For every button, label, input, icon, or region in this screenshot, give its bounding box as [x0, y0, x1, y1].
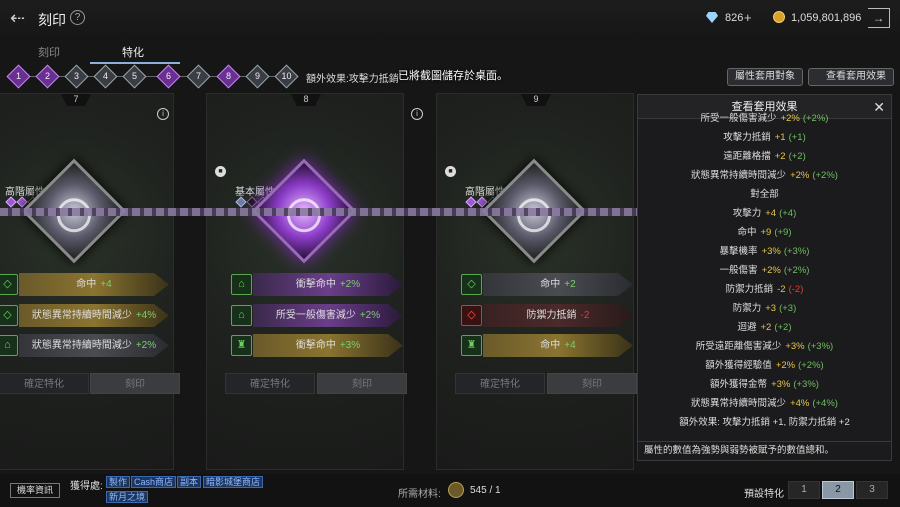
stat-icon: ◇: [461, 274, 482, 295]
gold-coin-icon: [773, 11, 785, 23]
engrave-button[interactable]: 刻印: [547, 373, 637, 394]
effect-item: 額外獲得經驗值 +2% (+2%): [705, 360, 824, 371]
extra-effect-text: 額外效果:攻擊力抵銷: [306, 74, 399, 85]
effect-item: 遠距離格擋 +2 (+2): [723, 151, 806, 162]
effect-item: 防禦力抵銷 -2 (-2): [725, 284, 804, 295]
engrave-button[interactable]: 刻印: [90, 373, 180, 394]
step-3[interactable]: 3: [64, 64, 89, 89]
apply-target-button[interactable]: 屬性套用對象: [727, 68, 803, 86]
effect-item: 額外效果: 攻擊力抵銷 +1, 防禦力抵銷 +2: [679, 417, 850, 426]
step-6[interactable]: 6: [156, 64, 181, 89]
stat-icon: ⌂: [231, 305, 252, 326]
card-9: 9 ■ 高階屬性 ◇ 命中 +2 ◇ 防禦力抵銷 -2 ♜ 命中 +4 確定特化 刻印: [436, 93, 637, 470]
step-9[interactable]: 9: [245, 64, 270, 89]
source-link-crescent[interactable]: 新月之境: [106, 491, 149, 503]
gold-amount: 1,059,801,896: [791, 12, 862, 24]
material-icon: [448, 482, 464, 498]
effect-item: 所受遠距離傷害減少 +3% (+3%): [695, 341, 834, 352]
material-label: 所需材料:: [398, 489, 441, 500]
confirm-specialize-button[interactable]: 確定特化: [455, 373, 545, 394]
source-link-shadow-castle-shop[interactable]: 暗影城堡商店: [203, 476, 264, 488]
add-diamond-button[interactable]: +: [744, 10, 752, 25]
confirm-specialize-button[interactable]: 確定特化: [0, 373, 89, 394]
step-4[interactable]: 4: [93, 64, 118, 89]
bottom-bar: 機率資訊 獲得處: 製作 Cash商店 副本 暗影城堡商店 新月之境 所需材料:…: [0, 474, 900, 507]
exit-icon[interactable]: →: [868, 8, 890, 28]
source-link-craft[interactable]: 製作: [106, 476, 131, 488]
stat-row[interactable]: ♜ 命中 +4: [461, 334, 651, 357]
effect-item: 狀態異常持續時間減少 +4% (+4%): [691, 398, 838, 409]
preset-label: 預設特化: [744, 489, 784, 500]
card-7: 7 i 高階屬性 ◇ 命中 +4 ◇ 狀態異常持續時間減少 +4% ⌂ 狀態異常持續…: [0, 93, 180, 470]
effect-item: 一般傷害 +2% (+2%): [719, 265, 810, 276]
effect-item: 防禦力 +3 (+3): [732, 303, 797, 314]
effect-item: 狀態異常持續時間減少 +2% (+2%): [691, 170, 838, 181]
card-number: 9: [521, 94, 551, 106]
card-number: 8: [291, 94, 321, 106]
tab-engrave[interactable]: 刻印: [38, 44, 60, 60]
stat-icon: ◇: [0, 274, 18, 295]
effect-item: 暴擊機率 +3% (+3%): [719, 246, 810, 257]
effect-item: 攻擊力 +4 (+4): [732, 208, 797, 219]
stat-row[interactable]: ♜ 衝擊命中 +3%: [231, 334, 421, 357]
effect-item: 對全部: [750, 189, 779, 200]
lock-icon[interactable]: ■: [215, 166, 226, 177]
lock-icon[interactable]: ■: [445, 166, 456, 177]
applied-effect-panel: 查看套用效果 ✕ 所受一般傷害減少 +2% (+2%) 攻擊力抵銷 +1 (+1) 遠距離格…: [637, 94, 892, 461]
effect-item: 命中 +9 (+9): [737, 227, 792, 238]
back-arrow-icon[interactable]: ⇠: [10, 8, 32, 28]
stat-icon: ◇: [0, 305, 18, 326]
diamond-icon: [706, 12, 718, 23]
probability-info-button[interactable]: 機率資訊: [10, 483, 60, 498]
stat-row[interactable]: ◇ 狀態異常持續時間減少 +4%: [0, 304, 187, 327]
source-link-dungeon[interactable]: 副本: [177, 476, 202, 488]
stat-icon: ⌂: [0, 335, 18, 356]
effect-item: 額外獲得金幣 +3% (+3%): [710, 379, 819, 390]
step-1[interactable]: 1: [6, 64, 31, 89]
stat-icon: ♜: [231, 335, 252, 356]
stat-row[interactable]: ◇ 防禦力抵銷 -2: [461, 304, 651, 327]
step-5[interactable]: 5: [122, 64, 147, 89]
stat-row[interactable]: ◇ 命中 +2: [461, 273, 651, 296]
preset-3-button[interactable]: 3: [856, 481, 888, 499]
panel-footer-note: 屬性的數值為強勢與弱勢被賦予的數值總和。: [638, 441, 891, 461]
active-tab-indicator: [90, 62, 180, 64]
material-value: 545 / 1: [470, 485, 501, 496]
top-bar: ⇠ 刻印 ? 826 + 1,059,801,896 →: [0, 0, 900, 38]
step-10[interactable]: 10: [274, 64, 299, 89]
preset-1-button[interactable]: 1: [788, 481, 820, 499]
effect-item: 所受一般傷害減少 +2% (+2%): [700, 113, 829, 124]
card-8: 8 i ■ 基本屬性 ⌂ 衝擊命中 +2% ⌂ 所受一般傷害減少 +2% ♜ 衝擊命…: [206, 93, 423, 470]
source-link-cash-shop[interactable]: Cash商店: [131, 476, 177, 488]
step-8[interactable]: 8: [216, 64, 241, 89]
stat-row[interactable]: ⌂ 狀態異常持續時間減少 +2%: [0, 334, 187, 357]
effect-list[interactable]: 所受一般傷害減少 +2% (+2%) 攻擊力抵銷 +1 (+1) 遠距離格擋 +2 (+2) 狀態…: [638, 109, 891, 426]
step-2[interactable]: 2: [35, 64, 60, 89]
view-effect-button[interactable]: 查看套用效果: [808, 68, 894, 86]
obtain-label: 獲得處:: [70, 481, 103, 492]
step-7[interactable]: 7: [186, 64, 211, 89]
effect-item: 攻擊力抵銷 +1 (+1): [723, 132, 806, 143]
preset-2-button[interactable]: 2: [822, 481, 854, 499]
stat-row[interactable]: ◇ 命中 +4: [0, 273, 187, 296]
page-title: 刻印: [38, 12, 66, 28]
stat-row[interactable]: ⌂ 所受一般傷害減少 +2%: [231, 304, 421, 327]
stat-icon: ⌂: [231, 274, 252, 295]
stat-icon: ♜: [461, 335, 482, 356]
question-icon[interactable]: ?: [70, 10, 85, 25]
tab-specialize[interactable]: 特化: [122, 44, 144, 60]
effect-item: 迴避 +2 (+2): [737, 322, 792, 333]
card-number: 7: [61, 94, 91, 106]
engrave-button[interactable]: 刻印: [317, 373, 407, 394]
diamond-amount: 826: [725, 12, 744, 24]
stat-icon: ◇: [461, 305, 482, 326]
info-icon[interactable]: i: [157, 108, 169, 120]
info-icon[interactable]: i: [411, 108, 423, 120]
stat-row[interactable]: ⌂ 衝擊命中 +2%: [231, 273, 421, 296]
confirm-specialize-button[interactable]: 確定特化: [225, 373, 315, 394]
toast-message: 已將截圖儲存於桌面。: [398, 70, 508, 82]
chain-decoration: [0, 208, 640, 216]
